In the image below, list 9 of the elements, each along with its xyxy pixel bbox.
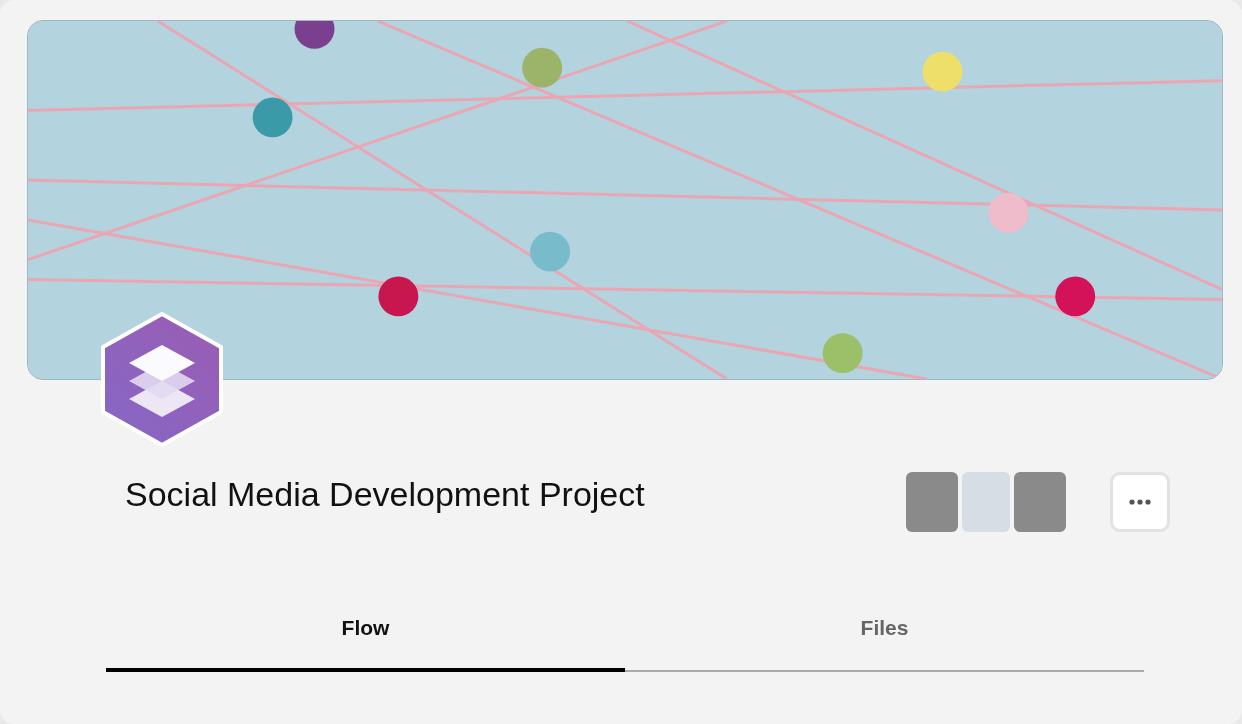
layers-logo-icon — [100, 311, 224, 448]
project-title: Social Media Development Project — [125, 474, 646, 515]
avatar-photo-placeholder — [906, 472, 958, 532]
more-button[interactable] — [1110, 472, 1170, 532]
avatar-photo-placeholder — [1014, 472, 1066, 532]
more-icon — [1129, 499, 1151, 505]
avatar-photo-placeholder — [962, 472, 1010, 532]
tab[interactable]: Files — [625, 612, 1144, 672]
tab[interactable]: Flow — [106, 612, 625, 672]
